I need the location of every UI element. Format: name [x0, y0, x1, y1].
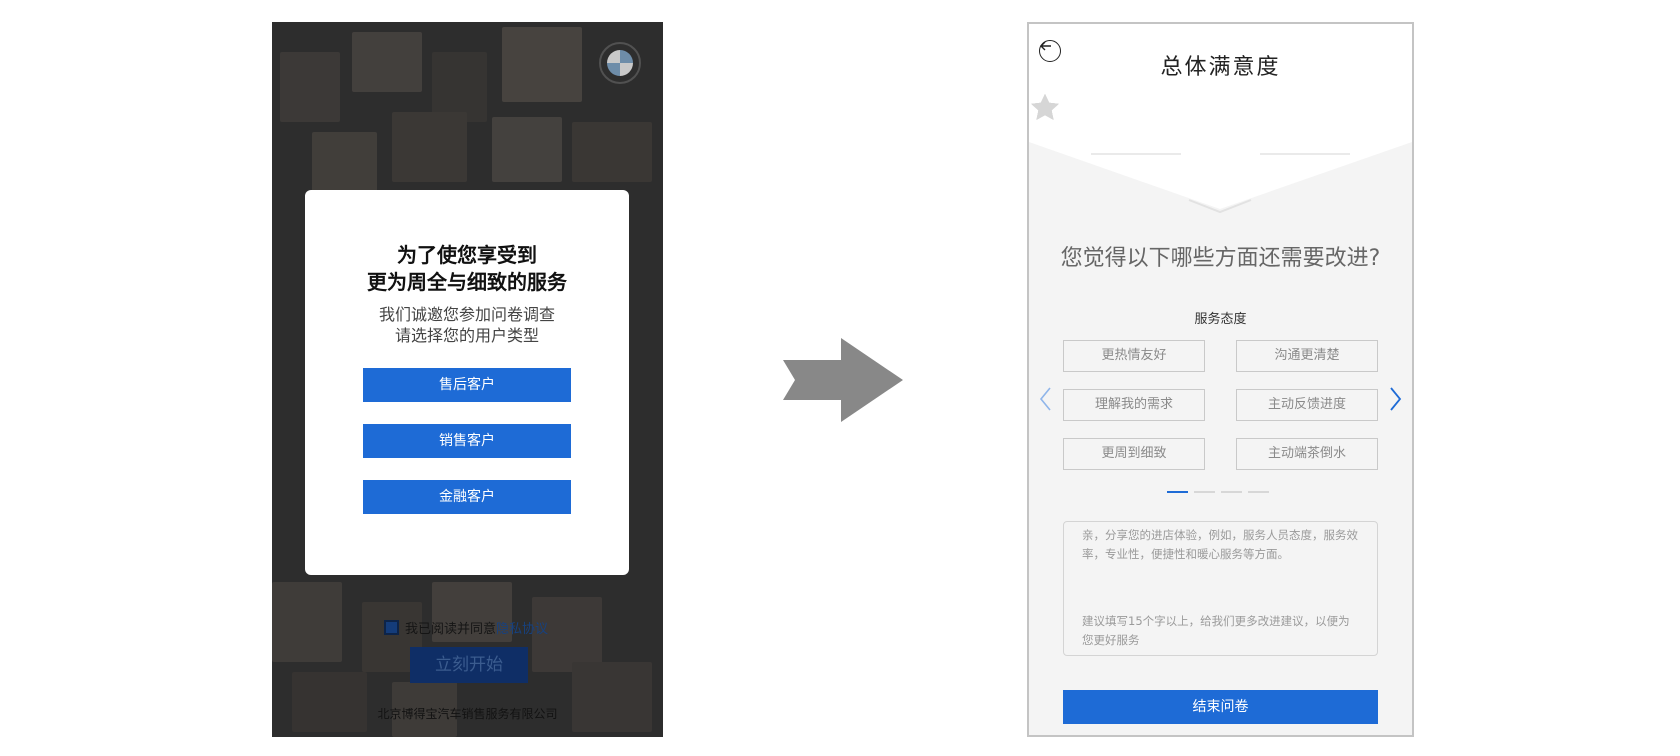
agreement-row: 我已阅读并同意 隐私协议	[384, 618, 548, 637]
agreement-text: 我已阅读并同意	[405, 622, 497, 637]
page-dot[interactable]	[1221, 491, 1242, 493]
category-label: 服务态度	[1194, 312, 1247, 327]
modal-title: 为了使您享受到 更为周全与细致的服务	[367, 243, 567, 294]
feedback-textarea[interactable]: 亲，分享您的进店体验，例如，服务人员态度，服务效率，专业性，便捷性和暖心服务等方…	[1063, 521, 1378, 656]
page-dot[interactable]	[1248, 491, 1269, 493]
start-button[interactable]: 立刻开始	[410, 647, 528, 683]
star-icon[interactable]	[1029, 92, 1061, 124]
chevron-right-icon[interactable]	[1387, 386, 1403, 412]
option-tag[interactable]: 沟通更清楚	[1236, 340, 1378, 372]
after-sales-customer-button[interactable]: 售后客户	[363, 368, 571, 402]
page-title: 总体满意度	[1160, 55, 1281, 80]
survey-intro-screen: 为了使您享受到 更为周全与细致的服务 我们诚邀您参加问卷调查 请选择您的用户类型…	[272, 22, 663, 737]
company-name: 北京博得宝汽车销售服务有限公司	[377, 707, 558, 721]
feedback-hint: 亲，分享您的进店体验，例如，服务人员态度，服务效率，专业性，便捷性和暖心服务等方…	[1082, 528, 1358, 561]
option-tag[interactable]: 理解我的需求	[1063, 389, 1205, 421]
chevron-left-icon[interactable]	[1038, 386, 1054, 412]
page-dot[interactable]	[1194, 491, 1215, 493]
page-dot[interactable]	[1167, 491, 1188, 493]
sales-customer-button[interactable]: 销售客户	[363, 424, 571, 458]
privacy-link[interactable]: 隐私协议	[496, 618, 548, 637]
option-tag[interactable]: 更热情友好	[1063, 340, 1205, 372]
feedback-length-hint: 建议填写15个字以上，给我们更多改进建议，以便为您更好服务	[1082, 614, 1350, 647]
modal-subtitle: 我们诚邀您参加问卷调查 请选择您的用户类型	[378, 305, 555, 345]
finance-customer-button[interactable]: 金融客户	[363, 480, 571, 514]
end-survey-button[interactable]: 结束问卷	[1063, 690, 1378, 724]
rating-header: 总体满意度	[1029, 24, 1412, 234]
option-tag[interactable]: 主动端茶倒水	[1236, 438, 1378, 470]
page-indicator	[1167, 491, 1269, 493]
improvement-question: 您觉得以下哪些方面还需要改进?	[1060, 246, 1381, 271]
user-type-modal: 为了使您享受到 更为周全与细致的服务 我们诚邀您参加问卷调查 请选择您的用户类型…	[305, 190, 629, 575]
survey-question-screen: 总体满意度 您觉得以下哪些方面还需要改进? 服务态度 更热情友好 沟通更清楚 理…	[1027, 22, 1414, 737]
option-tag[interactable]: 主动反馈进度	[1236, 389, 1378, 421]
option-tag[interactable]: 更周到细致	[1063, 438, 1205, 470]
logo-icon	[599, 42, 641, 84]
checkbox-icon[interactable]	[384, 620, 399, 635]
transition-arrow-icon	[783, 338, 903, 422]
